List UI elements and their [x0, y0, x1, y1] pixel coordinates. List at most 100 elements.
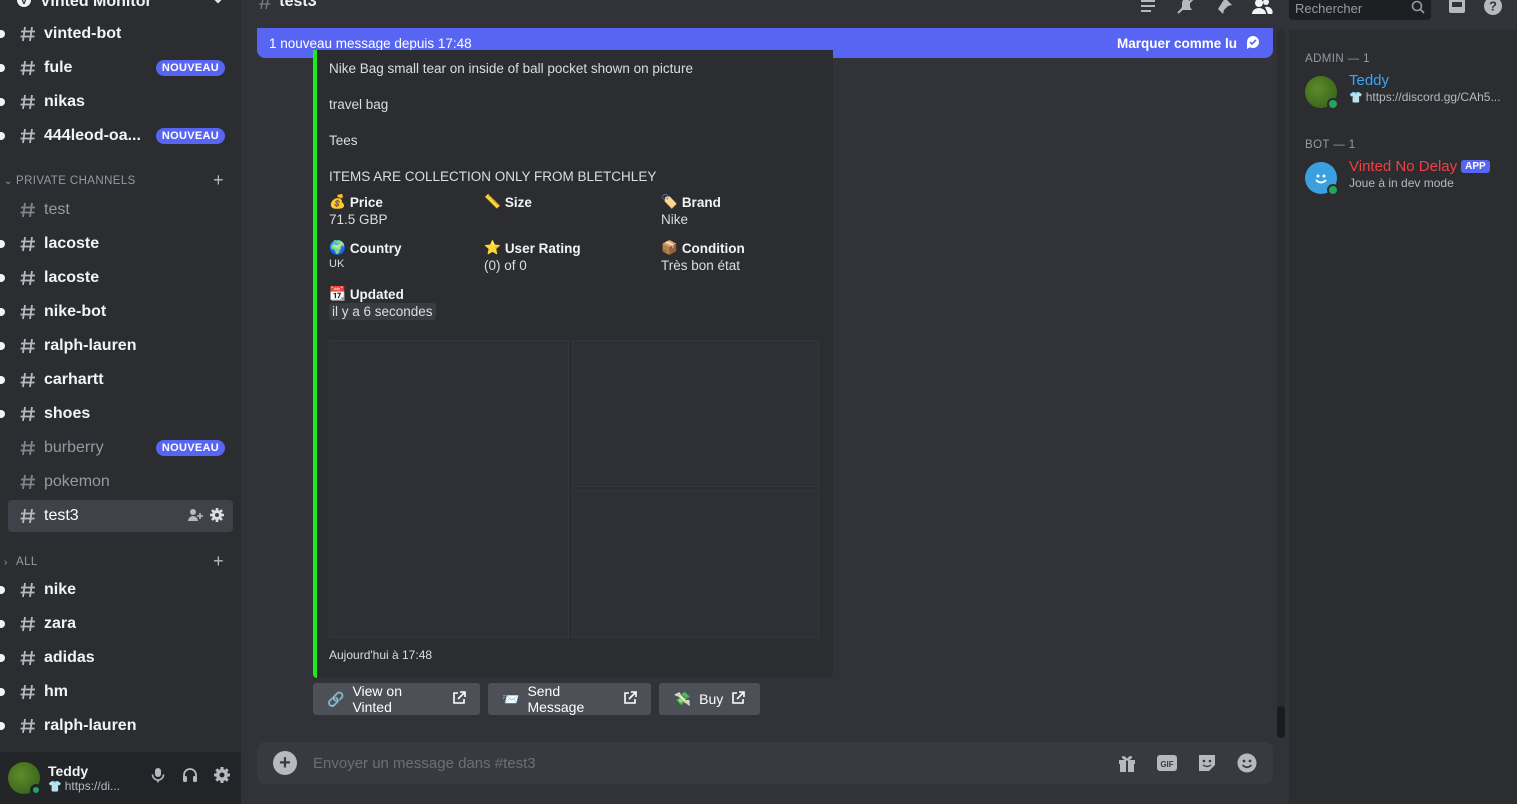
- external-link-icon: [623, 690, 637, 708]
- chevron-down-icon: ⌄: [4, 175, 13, 187]
- inbox-icon[interactable]: [1447, 0, 1467, 20]
- hash-icon: [18, 234, 38, 254]
- microphone-icon[interactable]: [147, 764, 169, 786]
- category-private-channels[interactable]: ⌄ PRIVATE CHANNELS +: [4, 170, 234, 191]
- member-list-icon[interactable]: [1251, 0, 1273, 20]
- sidebar-channel-test3[interactable]: test3: [8, 500, 233, 532]
- channel-name: test: [44, 201, 70, 218]
- sidebar-channel-burberry[interactable]: burberry NOUVEAU: [8, 432, 233, 464]
- field-brand: 🏷️ Brand Nike: [661, 192, 721, 227]
- field-country: 🌍 Country UK: [329, 238, 402, 270]
- envelope-icon: 📨: [502, 690, 520, 707]
- user-info[interactable]: Teddy 👕 https://di...: [48, 763, 120, 793]
- gear-icon[interactable]: [211, 764, 233, 786]
- external-link-icon: [731, 690, 746, 708]
- sidebar-channel-zara[interactable]: zara: [0, 608, 233, 640]
- add-attachment-button[interactable]: +: [273, 751, 297, 775]
- sidebar-channel-hm[interactable]: hm: [0, 676, 233, 708]
- new-messages-text: 1 nouveau message depuis 17:48: [269, 35, 472, 51]
- hash-icon: [18, 370, 38, 390]
- globe-icon: 🌍: [329, 240, 346, 255]
- threads-icon[interactable]: [1137, 0, 1159, 20]
- member-name: Vinted No Delay APP: [1349, 158, 1490, 175]
- sidebar-channel-444leod-oa-[interactable]: 444leod-oa... NOUVEAU: [0, 120, 233, 152]
- sidebar-channel-nike-bot[interactable]: nike-bot: [0, 296, 233, 328]
- invite-user-icon[interactable]: [187, 507, 203, 528]
- unread-indicator: [0, 722, 5, 730]
- sticker-icon[interactable]: [1195, 751, 1219, 775]
- svg-text:GIF: GIF: [1160, 760, 1173, 769]
- member-item-teddy[interactable]: Teddy 👕 https://discord.gg/CAh5...: [1305, 72, 1510, 114]
- member-category-bot: BOT — 1: [1305, 139, 1356, 151]
- sidebar-channel-lacoste[interactable]: lacoste: [0, 262, 233, 294]
- headphones-icon[interactable]: [179, 764, 201, 786]
- calendar-icon: 📆: [329, 286, 346, 301]
- external-link-icon: [452, 690, 466, 708]
- online-status-icon: [1327, 98, 1339, 110]
- message-composer[interactable]: + Envoyer un message dans #test3 GIF: [257, 742, 1273, 784]
- channel-title: test3: [279, 0, 317, 10]
- field-value: 71.5 GBP: [329, 212, 388, 227]
- chevron-right-icon: ›: [4, 556, 8, 568]
- button-label: Send Message: [527, 683, 585, 715]
- sidebar-channel-shoes[interactable]: shoes: [0, 398, 233, 430]
- emoji-icon[interactable]: [1235, 751, 1259, 775]
- image-gallery[interactable]: [329, 340, 819, 638]
- create-channel-plus-icon[interactable]: +: [213, 551, 224, 572]
- sidebar-channel-fule[interactable]: fule NOUVEAU: [0, 52, 233, 84]
- tshirt-icon: 👕: [48, 780, 62, 793]
- svg-text:V: V: [21, 0, 28, 7]
- sidebar-channel-carhartt[interactable]: carhartt: [0, 364, 233, 396]
- send-message-button[interactable]: 📨 Send Message: [488, 683, 651, 715]
- avatar[interactable]: [8, 762, 42, 796]
- pin-icon[interactable]: [1213, 0, 1235, 20]
- embed-footer-timestamp: Aujourd'hui à 17:48: [329, 648, 433, 662]
- unread-indicator: [0, 688, 5, 696]
- item-image[interactable]: [572, 490, 819, 638]
- sidebar-channel-ralph-lauren[interactable]: ralph-lauren: [0, 330, 233, 362]
- notification-bell-muted-icon[interactable]: [1175, 0, 1197, 20]
- field-name: Price: [349, 194, 383, 210]
- sidebar-channel-pokemon[interactable]: pokemon: [8, 466, 233, 498]
- unread-indicator: [0, 586, 5, 594]
- help-icon[interactable]: ?: [1483, 0, 1503, 21]
- item-image[interactable]: [329, 340, 569, 638]
- sidebar-channel-test[interactable]: test: [8, 194, 233, 226]
- scrollbar-thumb[interactable]: [1277, 706, 1285, 738]
- sidebar-channel-ralph-lauren[interactable]: ralph-lauren: [0, 710, 233, 742]
- item-image[interactable]: [572, 340, 819, 487]
- channel-name: lacoste: [44, 235, 100, 252]
- field-name: User Rating: [504, 240, 581, 256]
- sidebar-channel-vinted-bot[interactable]: vinted-bot: [0, 18, 233, 50]
- field-size: 📏 Size: [484, 192, 532, 212]
- gift-icon[interactable]: [1115, 751, 1139, 775]
- user-custom-status: 👕 https://di...: [48, 779, 120, 793]
- create-channel-plus-icon[interactable]: +: [213, 170, 224, 191]
- category-all[interactable]: › ALL +: [4, 551, 234, 572]
- member-item-vinted-no-delay[interactable]: Vinted No Delay APP Joue à in dev mode: [1305, 158, 1510, 200]
- gear-icon[interactable]: [209, 507, 225, 528]
- hash-icon: [18, 126, 38, 146]
- view-on-vinted-button[interactable]: 🔗 View on Vinted: [313, 683, 480, 715]
- sidebar-channel-lacoste[interactable]: lacoste: [0, 228, 233, 260]
- gif-icon[interactable]: GIF: [1155, 751, 1179, 775]
- search-input[interactable]: Rechercher: [1289, 0, 1431, 20]
- search-icon: [1411, 0, 1425, 17]
- sidebar-channel-nike[interactable]: nike: [0, 574, 233, 606]
- app-badge: APP: [1461, 160, 1490, 173]
- hash-icon: [18, 682, 38, 702]
- message-scrollbar[interactable]: [1277, 30, 1285, 738]
- unread-indicator: [0, 64, 5, 72]
- server-header[interactable]: V Vinted Monitor: [0, 0, 241, 16]
- embed-description-line: travel bag: [329, 97, 389, 112]
- chevron-down-icon[interactable]: [211, 0, 225, 12]
- sidebar-channel-nikas[interactable]: nikas: [0, 86, 233, 118]
- sidebar-channel-adidas[interactable]: adidas: [0, 642, 233, 674]
- bot-name: Vinted No Delay: [1349, 158, 1458, 175]
- buy-button[interactable]: 💸 Buy: [659, 683, 760, 715]
- message-input[interactable]: Envoyer un message dans #test3: [313, 755, 536, 772]
- mark-as-read-button[interactable]: Marquer comme lu: [1117, 36, 1237, 51]
- channel-name: ralph-lauren: [44, 717, 137, 734]
- member-status: Joue à in dev mode: [1349, 176, 1454, 190]
- button-label: Buy: [699, 691, 724, 707]
